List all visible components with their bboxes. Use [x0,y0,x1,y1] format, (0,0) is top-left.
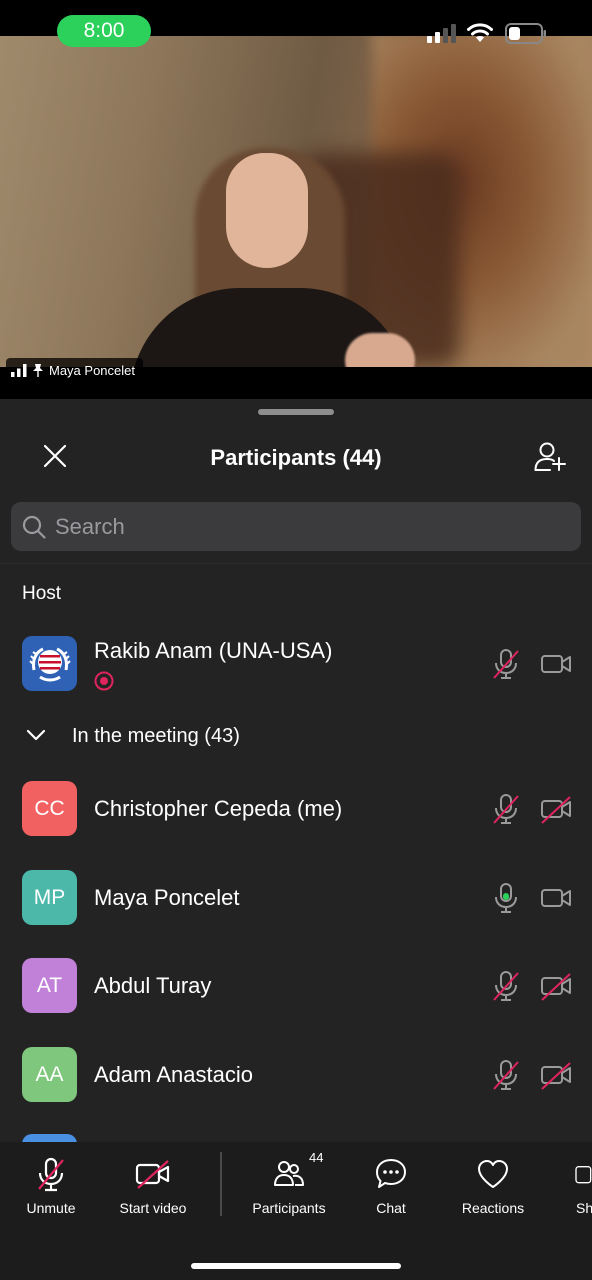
toolbar-divider [220,1152,222,1216]
reactions-button[interactable]: Reactions [452,1154,534,1224]
mic-muted-icon [493,971,519,1001]
camera-on-icon [541,889,571,907]
avatar: AT [22,958,77,1013]
divider [0,563,592,564]
unmute-button[interactable]: Unmute [14,1154,88,1224]
share-label: Sh [576,1200,592,1216]
camera-off-icon [541,796,571,824]
search-bar[interactable] [11,502,581,551]
speaker-name: Maya Poncelet [49,362,135,378]
pin-icon [33,364,43,377]
participants-button[interactable]: 44 Participants [244,1150,334,1224]
share-icon [575,1166,592,1184]
start-video-button[interactable]: Start video [108,1154,198,1224]
status-time[interactable]: 8:00 [57,15,151,47]
speaker-name-tag: Maya Poncelet [6,358,143,382]
heart-icon [478,1160,508,1188]
un-emblem-avatar [22,636,77,691]
group-label: In the meeting (43) [72,725,240,747]
wifi-icon [467,23,493,42]
panel-title: Participants (44) [210,445,382,470]
battery-icon [505,23,546,44]
home-indicator[interactable] [191,1263,401,1269]
participant-name: Rakib Anam (UNA-USA) [94,638,333,663]
avatar: MP [22,870,77,925]
participants-count-badge: 44 [309,1150,324,1165]
chat-label: Chat [376,1200,406,1216]
camera-on-icon [541,655,571,673]
chat-icon [376,1159,406,1188]
mic-active-icon [495,883,517,913]
participant-name: Abdul Turay [94,973,212,998]
un-emblem-icon [28,647,71,681]
recording-icon [94,671,114,691]
in-meeting-group-toggle[interactable]: In the meeting (43) [0,721,592,755]
camera-off-icon [541,1062,571,1090]
invite-participant-button[interactable] [532,439,568,475]
camera-off-icon [541,973,571,1001]
participants-label: Participants [252,1200,326,1216]
chat-button[interactable]: Chat [362,1154,420,1224]
mic-muted-icon [38,1157,64,1192]
participants-icon [274,1161,304,1186]
sheet-drag-handle[interactable] [258,409,334,415]
avatar: AA [22,1047,77,1102]
participant-row[interactable]: CC Christopher Cepeda (me) [0,781,592,869]
start-video-label: Start video [119,1200,187,1216]
add-person-icon [534,442,566,471]
share-button[interactable]: Sh [572,1154,592,1224]
chevron-down-icon [26,729,46,741]
host-section-label: Host [22,583,62,604]
cellular-signal-icon [427,24,456,43]
participant-name: Christopher Cepeda (me) [94,796,343,821]
participants-panel: Participants (44) Host [0,399,592,1146]
connection-strength-icon [11,363,27,377]
avatar: CC [22,781,77,836]
mic-muted-icon [493,794,519,824]
search-input[interactable] [55,513,555,540]
participant-row[interactable]: MP Maya Poncelet [0,870,592,958]
active-speaker-video[interactable] [0,33,592,367]
mic-muted-icon [493,1060,519,1090]
unmute-label: Unmute [26,1200,76,1216]
camera-off-icon [135,1160,170,1189]
participant-name: Maya Poncelet [94,885,240,910]
participant-row[interactable]: AT Abdul Turay [0,958,592,1046]
participant-row[interactable]: AA Adam Anastacio [0,1047,592,1135]
participant-name: Adam Anastacio [94,1062,253,1087]
meeting-toolbar: Unmute Start video 44 Participants Chat … [0,1142,592,1280]
reactions-label: Reactions [461,1200,525,1216]
search-icon [22,515,46,539]
host-row[interactable]: Rakib Anam (UNA-USA) [0,636,592,724]
mic-muted-icon [493,649,519,679]
